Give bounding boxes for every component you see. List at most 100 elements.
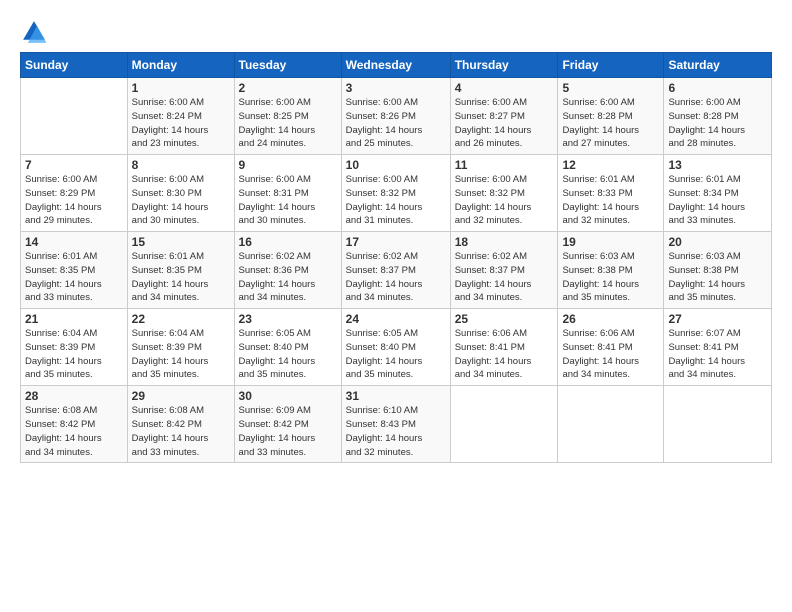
day-number: 24 xyxy=(346,312,446,326)
day-number: 3 xyxy=(346,81,446,95)
day-info: Sunrise: 6:05 AMSunset: 8:40 PMDaylight:… xyxy=(346,327,446,382)
weekday-header-tuesday: Tuesday xyxy=(234,53,341,78)
day-info: Sunrise: 6:08 AMSunset: 8:42 PMDaylight:… xyxy=(132,404,230,459)
day-info: Sunrise: 6:01 AMSunset: 8:35 PMDaylight:… xyxy=(132,250,230,305)
calendar-day-cell: 11Sunrise: 6:00 AMSunset: 8:32 PMDayligh… xyxy=(450,155,558,232)
day-info: Sunrise: 6:06 AMSunset: 8:41 PMDaylight:… xyxy=(562,327,659,382)
weekday-header-thursday: Thursday xyxy=(450,53,558,78)
day-number: 23 xyxy=(239,312,337,326)
day-info: Sunrise: 6:00 AMSunset: 8:25 PMDaylight:… xyxy=(239,96,337,151)
day-number: 30 xyxy=(239,389,337,403)
day-info: Sunrise: 6:00 AMSunset: 8:28 PMDaylight:… xyxy=(668,96,767,151)
calendar-day-cell: 9Sunrise: 6:00 AMSunset: 8:31 PMDaylight… xyxy=(234,155,341,232)
day-number: 28 xyxy=(25,389,123,403)
calendar-day-cell: 1Sunrise: 6:00 AMSunset: 8:24 PMDaylight… xyxy=(127,78,234,155)
day-number: 18 xyxy=(455,235,554,249)
day-info: Sunrise: 6:02 AMSunset: 8:37 PMDaylight:… xyxy=(455,250,554,305)
day-number: 13 xyxy=(668,158,767,172)
calendar-day-cell: 21Sunrise: 6:04 AMSunset: 8:39 PMDayligh… xyxy=(21,309,128,386)
day-info: Sunrise: 6:08 AMSunset: 8:42 PMDaylight:… xyxy=(25,404,123,459)
day-info: Sunrise: 6:00 AMSunset: 8:32 PMDaylight:… xyxy=(346,173,446,228)
calendar-week-row: 21Sunrise: 6:04 AMSunset: 8:39 PMDayligh… xyxy=(21,309,772,386)
logo xyxy=(20,18,52,46)
calendar-day-cell: 10Sunrise: 6:00 AMSunset: 8:32 PMDayligh… xyxy=(341,155,450,232)
day-info: Sunrise: 6:09 AMSunset: 8:42 PMDaylight:… xyxy=(239,404,337,459)
day-number: 19 xyxy=(562,235,659,249)
day-info: Sunrise: 6:00 AMSunset: 8:31 PMDaylight:… xyxy=(239,173,337,228)
calendar-week-row: 28Sunrise: 6:08 AMSunset: 8:42 PMDayligh… xyxy=(21,386,772,463)
calendar-day-cell: 7Sunrise: 6:00 AMSunset: 8:29 PMDaylight… xyxy=(21,155,128,232)
weekday-header-monday: Monday xyxy=(127,53,234,78)
calendar-week-row: 1Sunrise: 6:00 AMSunset: 8:24 PMDaylight… xyxy=(21,78,772,155)
calendar-day-cell: 16Sunrise: 6:02 AMSunset: 8:36 PMDayligh… xyxy=(234,232,341,309)
calendar-empty-cell xyxy=(558,386,664,463)
day-number: 1 xyxy=(132,81,230,95)
page: SundayMondayTuesdayWednesdayThursdayFrid… xyxy=(0,0,792,612)
calendar-day-cell: 5Sunrise: 6:00 AMSunset: 8:28 PMDaylight… xyxy=(558,78,664,155)
day-number: 5 xyxy=(562,81,659,95)
calendar-day-cell: 6Sunrise: 6:00 AMSunset: 8:28 PMDaylight… xyxy=(664,78,772,155)
calendar-week-row: 7Sunrise: 6:00 AMSunset: 8:29 PMDaylight… xyxy=(21,155,772,232)
calendar-day-cell: 13Sunrise: 6:01 AMSunset: 8:34 PMDayligh… xyxy=(664,155,772,232)
calendar-day-cell: 14Sunrise: 6:01 AMSunset: 8:35 PMDayligh… xyxy=(21,232,128,309)
day-info: Sunrise: 6:00 AMSunset: 8:32 PMDaylight:… xyxy=(455,173,554,228)
day-number: 22 xyxy=(132,312,230,326)
logo-icon xyxy=(20,18,48,46)
day-info: Sunrise: 6:04 AMSunset: 8:39 PMDaylight:… xyxy=(132,327,230,382)
calendar-day-cell: 8Sunrise: 6:00 AMSunset: 8:30 PMDaylight… xyxy=(127,155,234,232)
calendar-day-cell: 15Sunrise: 6:01 AMSunset: 8:35 PMDayligh… xyxy=(127,232,234,309)
calendar-day-cell: 30Sunrise: 6:09 AMSunset: 8:42 PMDayligh… xyxy=(234,386,341,463)
day-number: 31 xyxy=(346,389,446,403)
day-number: 27 xyxy=(668,312,767,326)
day-number: 10 xyxy=(346,158,446,172)
day-info: Sunrise: 6:00 AMSunset: 8:28 PMDaylight:… xyxy=(562,96,659,151)
calendar-day-cell: 24Sunrise: 6:05 AMSunset: 8:40 PMDayligh… xyxy=(341,309,450,386)
weekday-header-sunday: Sunday xyxy=(21,53,128,78)
day-number: 15 xyxy=(132,235,230,249)
day-number: 14 xyxy=(25,235,123,249)
day-info: Sunrise: 6:00 AMSunset: 8:27 PMDaylight:… xyxy=(455,96,554,151)
day-info: Sunrise: 6:05 AMSunset: 8:40 PMDaylight:… xyxy=(239,327,337,382)
calendar-table: SundayMondayTuesdayWednesdayThursdayFrid… xyxy=(20,52,772,463)
day-info: Sunrise: 6:02 AMSunset: 8:36 PMDaylight:… xyxy=(239,250,337,305)
calendar-day-cell: 31Sunrise: 6:10 AMSunset: 8:43 PMDayligh… xyxy=(341,386,450,463)
calendar-day-cell: 2Sunrise: 6:00 AMSunset: 8:25 PMDaylight… xyxy=(234,78,341,155)
day-number: 17 xyxy=(346,235,446,249)
day-info: Sunrise: 6:02 AMSunset: 8:37 PMDaylight:… xyxy=(346,250,446,305)
weekday-header-saturday: Saturday xyxy=(664,53,772,78)
header xyxy=(20,18,772,46)
day-number: 29 xyxy=(132,389,230,403)
day-number: 6 xyxy=(668,81,767,95)
weekday-header-wednesday: Wednesday xyxy=(341,53,450,78)
calendar-day-cell: 17Sunrise: 6:02 AMSunset: 8:37 PMDayligh… xyxy=(341,232,450,309)
calendar-day-cell: 23Sunrise: 6:05 AMSunset: 8:40 PMDayligh… xyxy=(234,309,341,386)
day-info: Sunrise: 6:00 AMSunset: 8:26 PMDaylight:… xyxy=(346,96,446,151)
calendar-day-cell: 18Sunrise: 6:02 AMSunset: 8:37 PMDayligh… xyxy=(450,232,558,309)
day-info: Sunrise: 6:04 AMSunset: 8:39 PMDaylight:… xyxy=(25,327,123,382)
day-info: Sunrise: 6:07 AMSunset: 8:41 PMDaylight:… xyxy=(668,327,767,382)
calendar-empty-cell xyxy=(664,386,772,463)
day-info: Sunrise: 6:01 AMSunset: 8:35 PMDaylight:… xyxy=(25,250,123,305)
day-number: 7 xyxy=(25,158,123,172)
calendar-empty-cell xyxy=(450,386,558,463)
calendar-day-cell: 29Sunrise: 6:08 AMSunset: 8:42 PMDayligh… xyxy=(127,386,234,463)
day-info: Sunrise: 6:01 AMSunset: 8:34 PMDaylight:… xyxy=(668,173,767,228)
calendar-day-cell: 19Sunrise: 6:03 AMSunset: 8:38 PMDayligh… xyxy=(558,232,664,309)
calendar-day-cell: 20Sunrise: 6:03 AMSunset: 8:38 PMDayligh… xyxy=(664,232,772,309)
day-info: Sunrise: 6:01 AMSunset: 8:33 PMDaylight:… xyxy=(562,173,659,228)
weekday-header-friday: Friday xyxy=(558,53,664,78)
day-number: 2 xyxy=(239,81,337,95)
day-number: 8 xyxy=(132,158,230,172)
day-info: Sunrise: 6:03 AMSunset: 8:38 PMDaylight:… xyxy=(668,250,767,305)
day-info: Sunrise: 6:10 AMSunset: 8:43 PMDaylight:… xyxy=(346,404,446,459)
calendar-day-cell: 3Sunrise: 6:00 AMSunset: 8:26 PMDaylight… xyxy=(341,78,450,155)
day-info: Sunrise: 6:03 AMSunset: 8:38 PMDaylight:… xyxy=(562,250,659,305)
calendar-day-cell: 28Sunrise: 6:08 AMSunset: 8:42 PMDayligh… xyxy=(21,386,128,463)
calendar-day-cell: 26Sunrise: 6:06 AMSunset: 8:41 PMDayligh… xyxy=(558,309,664,386)
weekday-header-row: SundayMondayTuesdayWednesdayThursdayFrid… xyxy=(21,53,772,78)
day-number: 12 xyxy=(562,158,659,172)
calendar-empty-cell xyxy=(21,78,128,155)
day-number: 11 xyxy=(455,158,554,172)
day-number: 21 xyxy=(25,312,123,326)
day-number: 9 xyxy=(239,158,337,172)
